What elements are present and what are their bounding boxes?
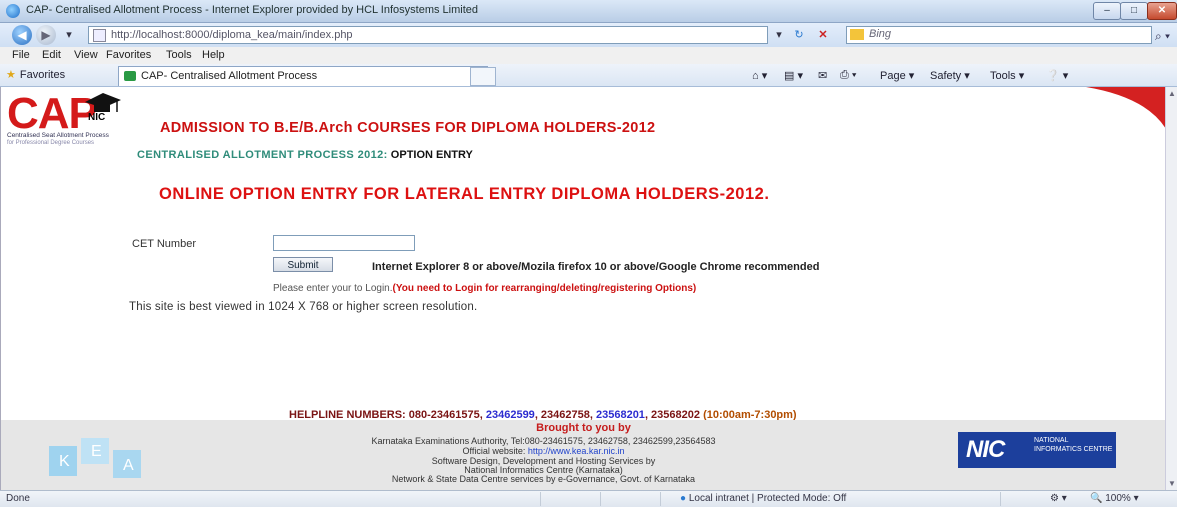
scroll-down-icon[interactable]: ▼ xyxy=(1168,479,1176,488)
refresh-icon[interactable]: ↻ xyxy=(790,27,808,43)
menu-edit[interactable]: Edit xyxy=(42,49,61,61)
new-tab-button[interactable] xyxy=(470,67,496,86)
footer-website-line: Official website: http://www.kea.kar.nic… xyxy=(462,446,625,456)
zoom-level[interactable]: 🔍 100% ▾ xyxy=(1090,493,1139,504)
forward-button[interactable]: ▶ xyxy=(36,25,56,45)
vertical-scrollbar[interactable]: ▲ ▼ xyxy=(1165,87,1177,490)
footer: K E A Brought to you by Karnataka Examin… xyxy=(1,420,1166,490)
login-note: Please enter your to Login.(You need to … xyxy=(273,283,697,294)
status-bar: Done ● Local intranet | Protected Mode: … xyxy=(0,490,1177,507)
browser-recommendation: Internet Explorer 8 or above/Mozila fire… xyxy=(372,261,820,273)
mail-icon[interactable]: ✉ xyxy=(818,69,827,82)
stop-icon[interactable]: ✕ xyxy=(814,27,832,43)
help-icon[interactable]: ❔ ▾ xyxy=(1046,69,1068,82)
status-text: Done xyxy=(6,493,30,504)
safety-menu[interactable]: Safety ▾ xyxy=(930,69,970,82)
security-zone: ● Local intranet | Protected Mode: Off xyxy=(680,493,847,504)
cet-number-label: CET Number xyxy=(132,238,196,250)
scroll-up-icon[interactable]: ▲ xyxy=(1168,89,1176,98)
url-field[interactable]: http://localhost:8000/diploma_kea/main/i… xyxy=(88,26,768,44)
print-icon[interactable]: ⎙ ▾ xyxy=(840,69,856,82)
menu-bar: File Edit View Favorites Tools Help xyxy=(0,47,1177,65)
footer-network-line: Network & State Data Centre services by … xyxy=(391,474,696,484)
minimize-button[interactable]: – xyxy=(1093,2,1121,20)
favorites-bar: ★ Favorites CAP- Centralised Allotment Pr… xyxy=(0,64,1177,87)
star-icon: ★ xyxy=(6,69,16,81)
submit-button[interactable]: Submit xyxy=(273,257,333,272)
cap-subheading: CENTRALISED ALLOTMENT PROCESS 2012: OPTI… xyxy=(137,149,473,161)
page-menu[interactable]: Page ▾ xyxy=(880,69,914,82)
menu-file[interactable]: File xyxy=(12,49,30,61)
window-titlebar: CAP- Centralised Allotment Process - Int… xyxy=(0,0,1177,23)
ie-icon xyxy=(6,4,20,18)
close-button[interactable]: ✕ xyxy=(1147,2,1177,20)
corner-decoration xyxy=(1086,87,1166,129)
maximize-button[interactable]: □ xyxy=(1120,2,1148,20)
menu-tools[interactable]: Tools xyxy=(166,49,192,61)
protected-mode-icon[interactable]: ⚙ ▾ xyxy=(1050,493,1067,504)
url-text: http://localhost:8000/diploma_kea/main/i… xyxy=(111,29,353,41)
feeds-icon[interactable]: ▤ ▾ xyxy=(784,69,803,82)
back-button[interactable]: ◀ xyxy=(12,25,32,45)
admission-heading: ADMISSION TO B.E/B.Arch COURSES FOR DIPL… xyxy=(160,120,656,136)
favorites-button[interactable]: ★ Favorites xyxy=(6,68,65,81)
address-dropdown-icon[interactable]: ▾ xyxy=(770,27,788,43)
page-icon xyxy=(93,29,106,42)
page-content: CAP NIC Centralised Seat Allotment Proce… xyxy=(0,87,1166,490)
tab-favicon-icon xyxy=(124,71,136,81)
menu-view[interactable]: View xyxy=(74,49,98,61)
footer-kea-line: Karnataka Examinations Authority, Tel:08… xyxy=(371,436,716,446)
kea-website-link[interactable]: http://www.kea.kar.nic.in xyxy=(528,446,625,456)
resolution-note: This site is best viewed in 1024 X 768 o… xyxy=(129,301,478,313)
history-dropdown-icon[interactable]: ▾ xyxy=(60,27,78,43)
tab-cap[interactable]: CAP- Centralised Allotment Process xyxy=(118,66,488,86)
tools-menu[interactable]: Tools ▾ xyxy=(990,69,1024,82)
tab-title: CAP- Centralised Allotment Process xyxy=(141,70,318,82)
cap-logo: CAP NIC Centralised Seat Allotment Proce… xyxy=(7,90,157,150)
search-input[interactable]: Bing xyxy=(846,26,1152,44)
bing-icon xyxy=(850,29,864,40)
home-icon[interactable]: ⌂ ▾ xyxy=(752,69,767,82)
menu-help[interactable]: Help xyxy=(202,49,225,61)
nic-logo: NIC NATIONAL INFORMATICS CENTRE xyxy=(958,432,1116,468)
address-toolbar: ◀ ▶ ▾ http://localhost:8000/diploma_kea/… xyxy=(0,23,1177,47)
menu-favorites[interactable]: Favorites xyxy=(106,49,151,61)
window-title: CAP- Centralised Allotment Process - Int… xyxy=(26,4,478,16)
search-icon[interactable]: ⌕ ▾ xyxy=(1155,29,1170,44)
cet-number-field[interactable] xyxy=(273,235,415,251)
online-heading: ONLINE OPTION ENTRY FOR LATERAL ENTRY DI… xyxy=(159,185,770,203)
